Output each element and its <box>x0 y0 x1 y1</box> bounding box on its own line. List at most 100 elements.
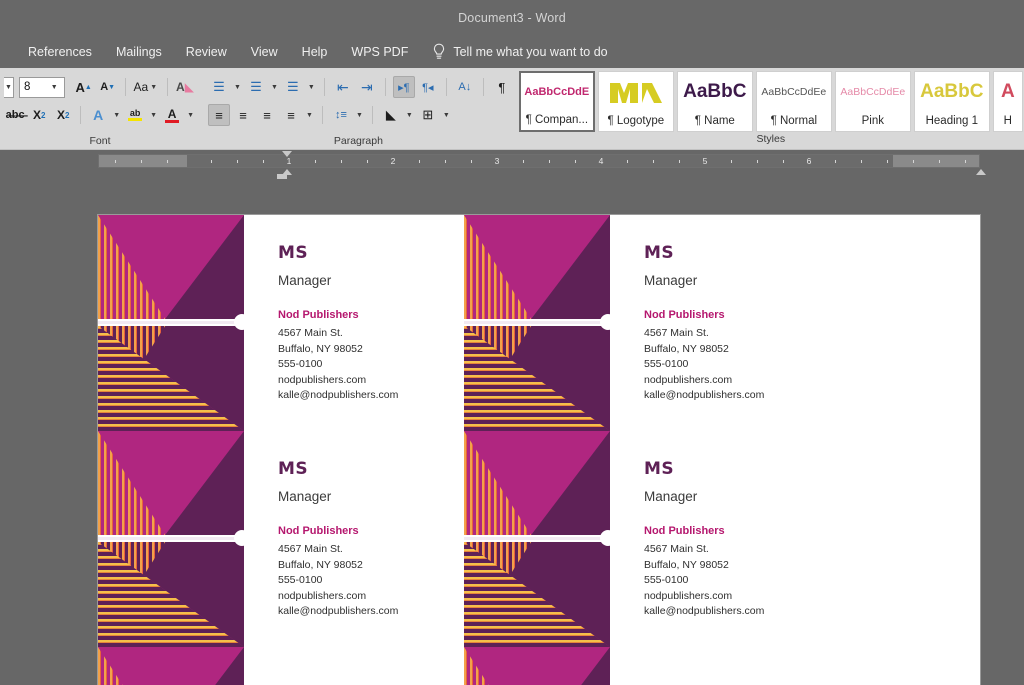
grow-font-icon[interactable]: A▲ <box>73 76 95 98</box>
business-card[interactable] <box>464 647 830 685</box>
show-formatting-marks-icon[interactable]: ¶ <box>491 76 513 98</box>
ribbon-tab-strip: References Mailings Review View Help WPS… <box>0 36 1024 68</box>
card-details[interactable]: MS Manager Nod Publishers 4567 Main St. … <box>610 215 830 431</box>
numbering-dropdown[interactable]: ▼ <box>269 84 280 91</box>
card-company-name: Nod Publishers <box>278 526 464 538</box>
word-application-window: Document3 - Word References Mailings Rev… <box>0 0 1024 685</box>
tab-view[interactable]: View <box>239 41 290 63</box>
ribbon-group-paragraph: ☰ ▼ ☰ ▼ ☰ ▼ ⇤ ⇥ ▸¶ ¶◂ A↓ ¶ <box>200 68 517 149</box>
ruler-number-2: 2 <box>391 156 396 166</box>
card-artwork <box>464 215 610 431</box>
tell-me-search[interactable]: Tell me what you want to do <box>432 43 607 61</box>
style-preview-company: AaBbCcDdE <box>521 73 593 110</box>
highlight-dropdown[interactable]: ▼ <box>148 112 159 119</box>
multilevel-list-icon[interactable]: ☰ <box>282 76 304 98</box>
left-indent-marker[interactable] <box>277 174 287 179</box>
decrease-indent-icon[interactable]: ⇤ <box>332 76 354 98</box>
business-card[interactable]: MS Manager Nod Publishers 4567 Main St. … <box>464 215 830 431</box>
increase-indent-icon[interactable]: ⇥ <box>356 76 378 98</box>
font-name-box[interactable]: ▼ <box>4 77 14 98</box>
card-artwork <box>98 431 244 647</box>
style-card-heading-1[interactable]: AaBbC Heading 1 <box>914 71 990 132</box>
shading-icon[interactable]: ◣ <box>380 104 402 126</box>
line-spacing-dropdown[interactable]: ▼ <box>354 112 365 119</box>
business-card[interactable]: MS Manager Nod Publishers 4567 Main St. … <box>98 431 464 647</box>
card-address-line: Buffalo, NY 98052 <box>644 558 830 574</box>
line-spacing-icon[interactable]: ↕≡ <box>330 104 352 126</box>
title-bar: Document3 - Word <box>0 0 1024 36</box>
font-size-box[interactable]: 8 ▼ <box>19 77 65 98</box>
artwork-bottom-panel <box>98 542 244 647</box>
business-card[interactable]: MS Manager Nod Publishers 4567 Main St. … <box>98 215 464 431</box>
borders-dropdown[interactable]: ▼ <box>441 112 452 119</box>
superscript-icon[interactable]: X2 <box>52 104 74 126</box>
card-job-title: Manager <box>278 274 464 288</box>
multilevel-list-dropdown[interactable]: ▼ <box>306 84 317 91</box>
bullets-icon[interactable]: ☰ <box>208 76 230 98</box>
business-card[interactable] <box>98 647 464 685</box>
card-address-line: Buffalo, NY 98052 <box>278 558 464 574</box>
card-details[interactable]: MS Manager Nod Publishers 4567 Main St. … <box>244 431 464 647</box>
document-canvas[interactable]: MS Manager Nod Publishers 4567 Main St. … <box>0 193 1024 685</box>
card-details[interactable] <box>610 647 830 685</box>
card-initials: MS <box>278 461 464 478</box>
ruler-number-1: 1 <box>287 156 292 166</box>
card-address-block: 4567 Main St. Buffalo, NY 98052 555-0100… <box>278 326 464 404</box>
tab-help[interactable]: Help <box>290 41 340 63</box>
style-name-name: ¶ Name <box>678 111 752 131</box>
document-page[interactable]: MS Manager Nod Publishers 4567 Main St. … <box>98 215 980 685</box>
ruler-text-area <box>187 155 893 167</box>
first-line-indent-marker[interactable] <box>282 151 292 157</box>
borders-icon[interactable]: ⊞ <box>417 104 439 126</box>
text-effects-icon[interactable]: A <box>87 104 109 126</box>
style-card-logotype[interactable]: ¶ Logotype <box>598 71 674 132</box>
card-details[interactable]: MS Manager Nod Publishers 4567 Main St. … <box>244 215 464 431</box>
clear-formatting-icon[interactable]: A◣ <box>174 76 196 98</box>
tab-review[interactable]: Review <box>174 41 239 63</box>
card-artwork <box>98 215 244 431</box>
style-card-heading-2-partial[interactable]: A H <box>993 71 1023 132</box>
tab-wps-pdf[interactable]: WPS PDF <box>339 41 420 63</box>
justify-dropdown[interactable]: ▼ <box>304 112 315 119</box>
align-center-icon[interactable]: ≡ <box>232 104 254 126</box>
font-color-icon[interactable]: A <box>161 104 183 126</box>
card-address-line: 4567 Main St. <box>644 542 830 558</box>
align-right-icon[interactable]: ≡ <box>256 104 278 126</box>
tab-mailings[interactable]: Mailings <box>104 41 174 63</box>
text-effects-dropdown[interactable]: ▼ <box>111 112 122 119</box>
card-divider <box>464 321 610 324</box>
style-card-company[interactable]: AaBbCcDdE ¶ Compan... <box>519 71 595 132</box>
numbering-icon[interactable]: ☰ <box>245 76 267 98</box>
shrink-font-icon[interactable]: A▼ <box>97 76 119 98</box>
right-indent-marker[interactable] <box>976 169 986 175</box>
style-name-pink: Pink <box>836 111 910 131</box>
sort-icon[interactable]: A↓ <box>454 76 476 98</box>
rtl-text-direction-icon[interactable]: ¶◂ <box>417 76 439 98</box>
style-name-logotype: ¶ Logotype <box>599 111 673 131</box>
text-highlight-color-icon[interactable]: ab <box>124 104 146 126</box>
bullets-dropdown[interactable]: ▼ <box>232 84 243 91</box>
font-color-dropdown[interactable]: ▼ <box>185 112 196 119</box>
tab-references[interactable]: References <box>16 41 104 63</box>
subscript-icon[interactable]: X2 <box>28 104 50 126</box>
style-card-pink[interactable]: AaBbCcDdEe Pink <box>835 71 911 132</box>
change-case-icon[interactable]: Aa▼ <box>132 76 161 98</box>
card-initials: MS <box>278 245 464 262</box>
card-details[interactable]: MS Manager Nod Publishers 4567 Main St. … <box>610 431 830 647</box>
strikethrough-icon[interactable]: a̶b̶c̶ <box>4 104 26 126</box>
card-details[interactable] <box>244 647 464 685</box>
ltr-text-direction-icon[interactable]: ▸¶ <box>393 76 415 98</box>
style-card-name[interactable]: AaBbC ¶ Name <box>677 71 753 132</box>
horizontal-ruler[interactable]: 1 2 3 4 5 6 <box>98 154 980 168</box>
artwork-top-panel <box>98 431 244 535</box>
shading-dropdown[interactable]: ▼ <box>404 112 415 119</box>
card-website: nodpublishers.com <box>644 373 830 389</box>
card-address-block: 4567 Main St. Buffalo, NY 98052 555-0100… <box>278 542 464 620</box>
card-website: nodpublishers.com <box>644 589 830 605</box>
align-left-icon[interactable]: ≡ <box>208 104 230 126</box>
style-card-normal[interactable]: AaBbCcDdEe ¶ Normal <box>756 71 832 132</box>
card-artwork <box>464 647 610 685</box>
ribbon: ▼ 8 ▼ A▲ A▼ Aa▼ A◣ <box>0 68 1024 150</box>
justify-icon[interactable]: ≡ <box>280 104 302 126</box>
business-card[interactable]: MS Manager Nod Publishers 4567 Main St. … <box>464 431 830 647</box>
